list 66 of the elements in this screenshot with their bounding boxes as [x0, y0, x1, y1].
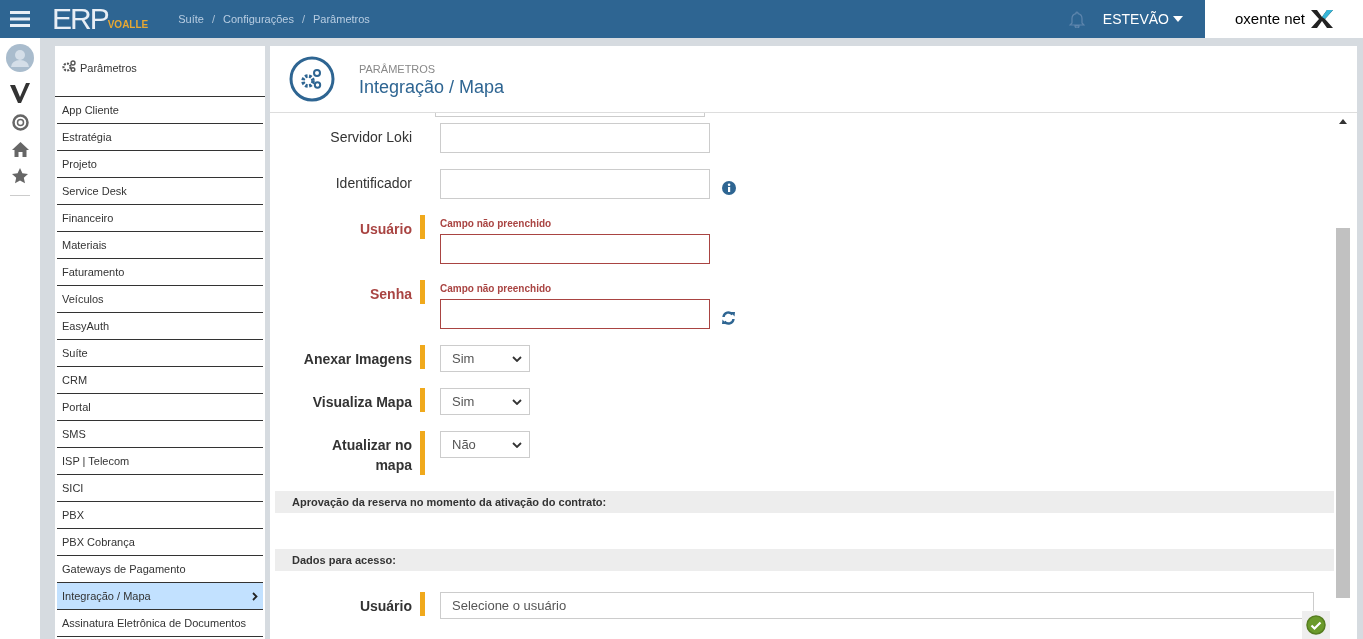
breadcrumb-link[interactable]: Configurações: [223, 10, 294, 28]
dropdown[interactable]: Sim: [440, 388, 530, 415]
breadcrumb-link[interactable]: Parâmetros: [313, 10, 370, 28]
breadcrumb-separator: /: [300, 11, 306, 27]
x-logo-icon: [1311, 10, 1334, 28]
star-icon[interactable]: [12, 168, 28, 184]
sidebar-item[interactable]: Estratégia: [57, 124, 263, 151]
user-menu[interactable]: ESTEVÃO: [1102, 8, 1183, 30]
field-label: Usuário: [359, 220, 412, 239]
field-label: Anexar Imagens: [303, 350, 412, 369]
chevron-icon: [252, 591, 258, 601]
breadcrumb-separator: /: [210, 11, 216, 27]
sidebar-item[interactable]: PBX: [57, 502, 263, 529]
breadcrumb-link[interactable]: Suíte: [178, 10, 204, 28]
field-label: Senha: [370, 285, 412, 304]
scroll-up-icon[interactable]: [1339, 119, 1347, 124]
confirm-button[interactable]: [1302, 611, 1330, 639]
input-field[interactable]: [440, 234, 710, 264]
dropdown[interactable]: Sim: [440, 345, 530, 372]
field-label: Usuário: [359, 597, 412, 616]
sidebar-item[interactable]: Integração / Mapa: [57, 583, 263, 610]
sidebar-item[interactable]: Financeiro: [57, 205, 263, 232]
refresh-icon[interactable]: [721, 311, 736, 325]
chevron-icon: [512, 441, 522, 448]
field-label: Atualizar no mapa: [330, 436, 412, 475]
section-header: Aprovação da reserva no momento da ativação do contrato:: [275, 491, 1334, 513]
logo-subtitle: VOALLE: [107, 19, 149, 32]
field-label: Visualiza Mapa: [312, 393, 412, 412]
page-title: Integração / Mapa: [359, 77, 505, 98]
gears-icon: [289, 56, 335, 102]
logo: ERP: [52, 4, 108, 34]
sidebar-item[interactable]: Assinatura Eletrônica de Documentos: [57, 610, 263, 637]
sidebar-item[interactable]: EasyAuth: [57, 313, 263, 340]
dropdown[interactable]: Selecione o usuário: [440, 592, 1314, 619]
sidebar-item[interactable]: SICI: [57, 475, 263, 502]
home-icon[interactable]: [11, 142, 29, 157]
sidebar-item[interactable]: Projeto: [57, 151, 263, 178]
sidebar-item[interactable]: SMS: [57, 421, 263, 448]
error-message: Campo não preenchido: [440, 217, 553, 231]
chevron-icon: [512, 398, 522, 405]
sidebar-item[interactable]: App Cliente: [57, 97, 263, 124]
sidebar-item[interactable]: ISP | Telecom: [57, 448, 263, 475]
brand-name: oxente net: [1234, 8, 1306, 29]
input-field[interactable]: [440, 299, 710, 329]
field-label: Identificador: [335, 174, 412, 193]
info-icon[interactable]: [722, 181, 736, 195]
gears-icon: [62, 60, 76, 72]
sidebar-item[interactable]: Veículos: [57, 286, 263, 313]
menu-icon[interactable]: [10, 11, 30, 27]
sidebar-item[interactable]: PBX Cobrança: [57, 529, 263, 556]
v-logo-icon[interactable]: [10, 83, 30, 103]
sidebar-item[interactable]: Service Desk: [57, 178, 263, 205]
sidebar-item[interactable]: Portal: [57, 394, 263, 421]
caret-icon: [1173, 16, 1183, 22]
section-header: Dados para acesso:: [275, 549, 1334, 571]
error-message: Campo não preenchido: [440, 282, 553, 296]
sidebar-item[interactable]: CRM: [57, 367, 263, 394]
lifebuoy-icon[interactable]: [11, 114, 29, 131]
sidebar-item[interactable]: Materiais: [57, 232, 263, 259]
sidebar-title: Parâmetros: [80, 61, 137, 76]
dropdown[interactable]: Não: [440, 431, 530, 458]
sidebar-item[interactable]: Suíte: [57, 340, 263, 367]
field-label: Servidor Loki: [330, 128, 412, 147]
page-overline: PARÂMETROS: [359, 61, 437, 77]
sidebar-item[interactable]: Faturamento: [57, 259, 263, 286]
chevron-icon: [512, 355, 522, 362]
